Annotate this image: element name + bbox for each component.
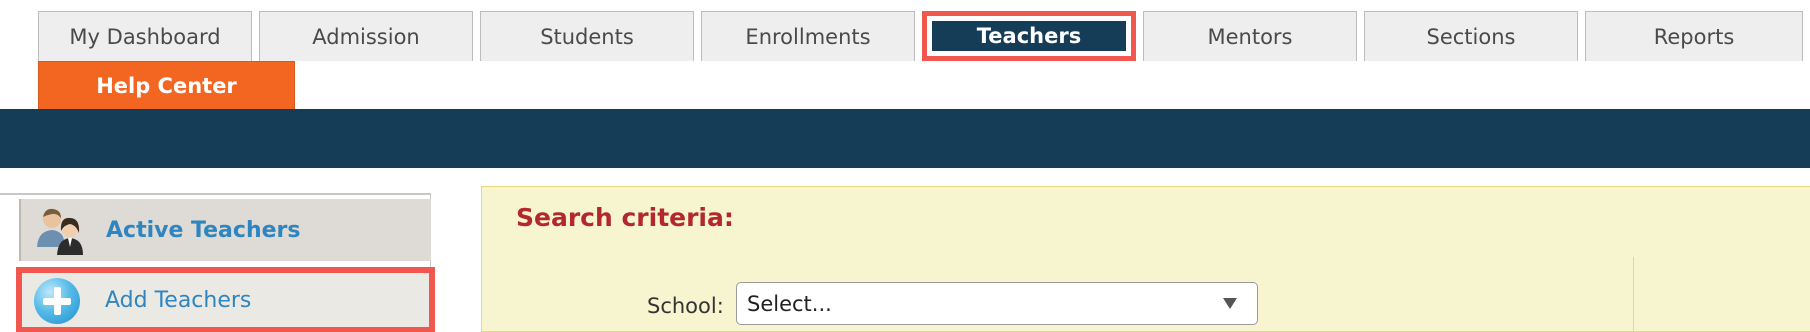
tab-my-dashboard[interactable]: My Dashboard bbox=[38, 11, 252, 61]
tab-help-center[interactable]: Help Center bbox=[38, 61, 295, 110]
tab-reports[interactable]: Reports bbox=[1585, 11, 1803, 61]
plus-circle-icon bbox=[34, 278, 80, 324]
school-select-value: Select... bbox=[747, 291, 832, 316]
tab-students[interactable]: Students bbox=[480, 11, 694, 61]
main-tabs: My Dashboard Admission Students Enrollme… bbox=[38, 11, 1803, 61]
chevron-down-icon bbox=[1223, 298, 1237, 309]
search-title: Search criteria: bbox=[516, 203, 734, 232]
tab-enrollments[interactable]: Enrollments bbox=[701, 11, 915, 61]
sidebar-item-add-teachers[interactable]: Add Teachers bbox=[16, 267, 435, 332]
tab-teachers-label: Teachers bbox=[932, 21, 1126, 51]
app-root: My Dashboard Admission Students Enrollme… bbox=[0, 0, 1810, 332]
tab-admission[interactable]: Admission bbox=[259, 11, 473, 61]
sidebar: Active Teachers Add Teachers bbox=[0, 193, 435, 332]
tab-sections[interactable]: Sections bbox=[1364, 11, 1578, 61]
sidebar-item-active-teachers[interactable]: Active Teachers bbox=[19, 199, 431, 261]
people-icon bbox=[37, 208, 83, 255]
sidebar-item-label: Add Teachers bbox=[105, 287, 252, 313]
sidebar-item-label: Active Teachers bbox=[106, 217, 301, 243]
nav-bar bbox=[0, 109, 1810, 168]
search-panel: Search criteria: School: Select... bbox=[481, 186, 1810, 332]
panel-divider bbox=[1633, 257, 1634, 332]
tab-mentors[interactable]: Mentors bbox=[1143, 11, 1357, 61]
school-label: School: bbox=[647, 294, 724, 318]
school-select[interactable]: Select... bbox=[736, 282, 1258, 325]
tab-teachers[interactable]: Teachers bbox=[922, 11, 1136, 61]
